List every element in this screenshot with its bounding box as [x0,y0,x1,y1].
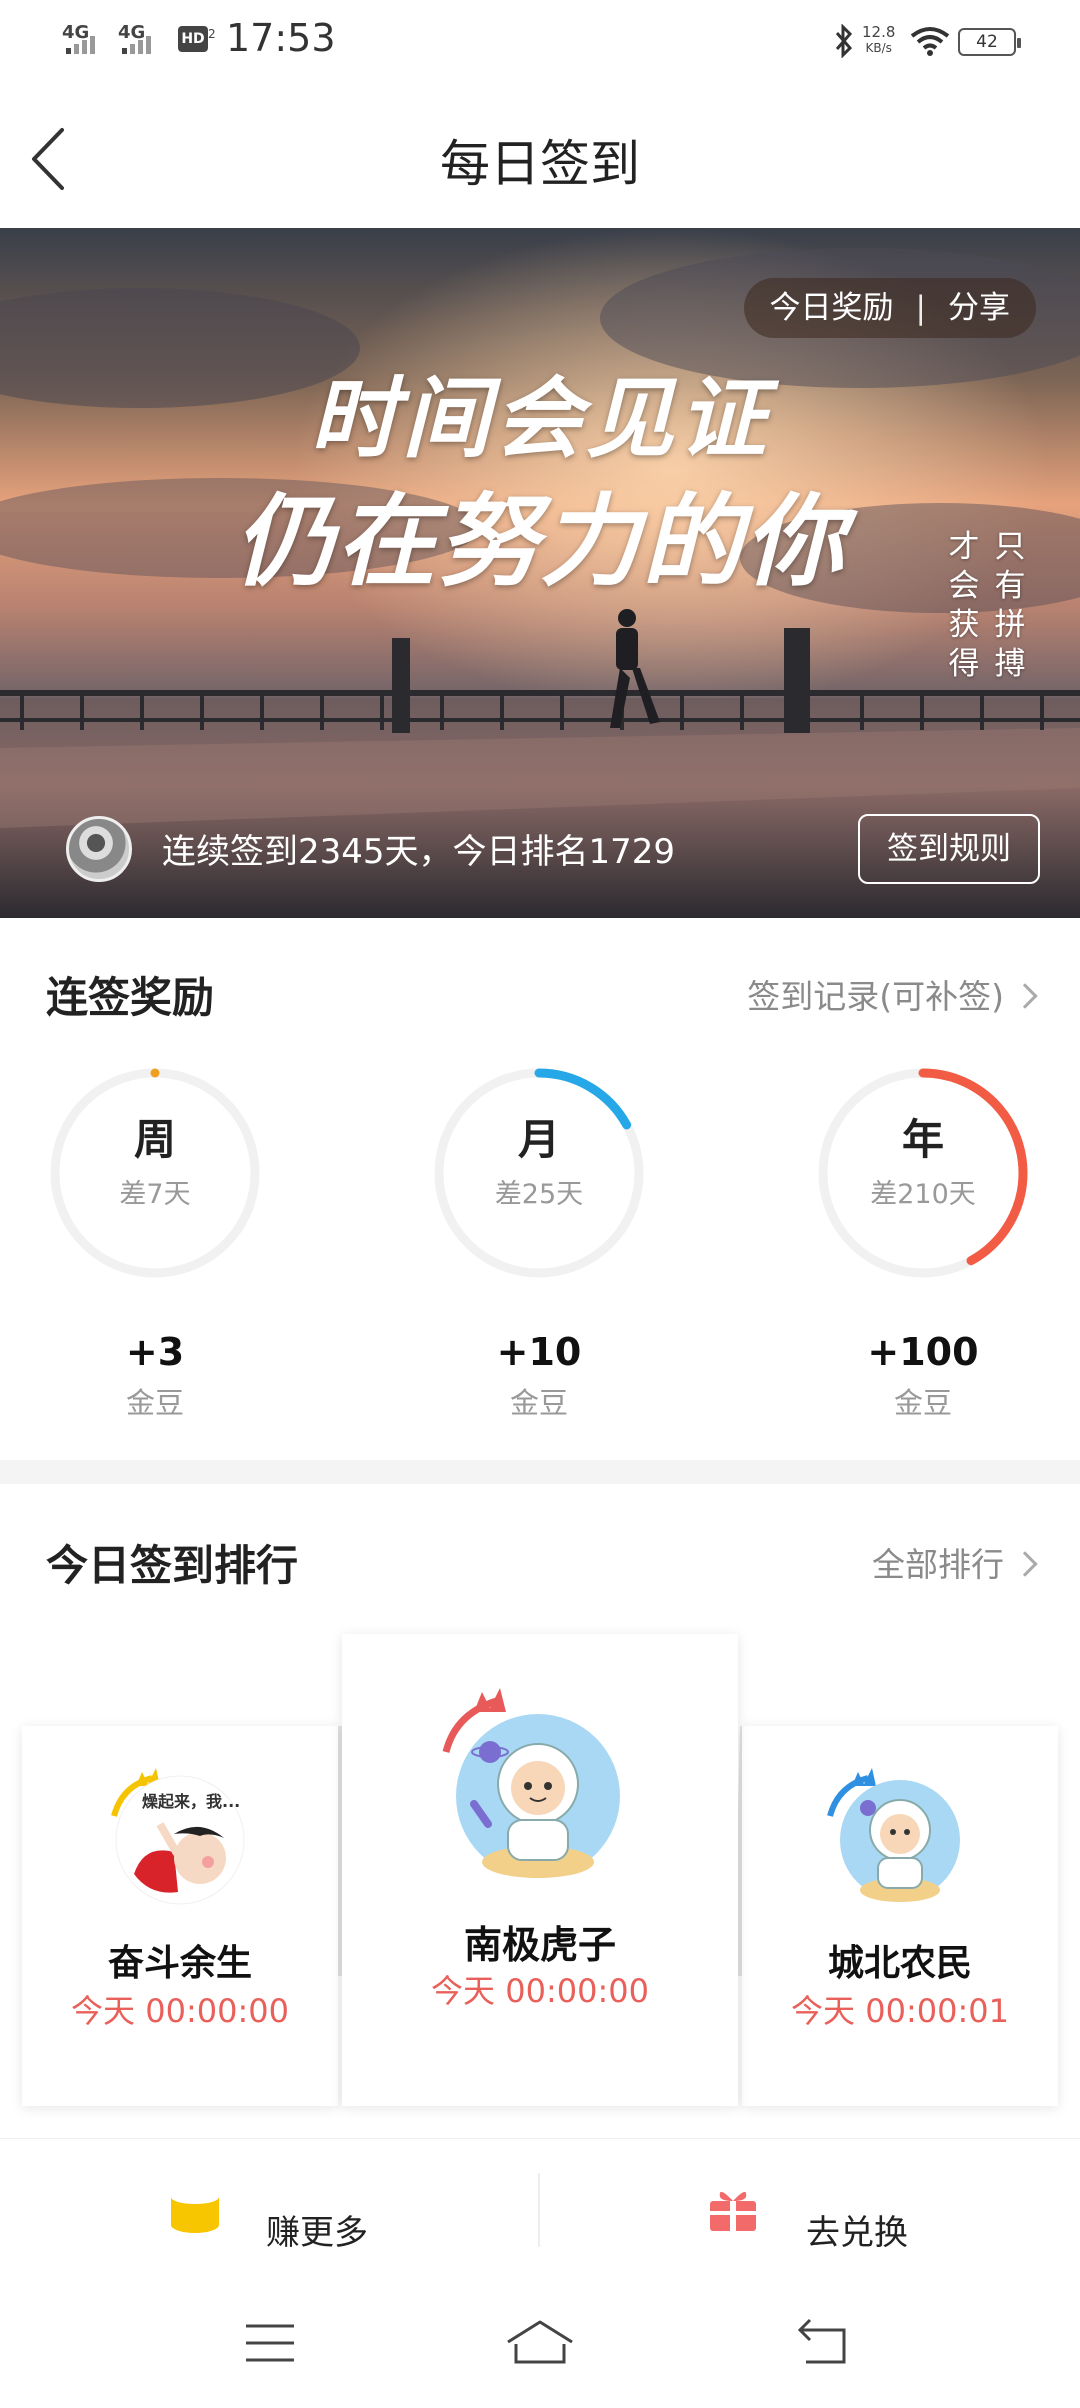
all-ranking-label: 全部排行 [872,1545,1004,1584]
ring-remaining-label: 差25天 [494,1179,584,1210]
hd-voice-icon: HD [178,26,208,52]
redeem-button[interactable]: 去兑换 [700,2159,940,2259]
system-nav-bar [0,2280,1080,2408]
ring-remaining-label: 差210天 [870,1179,976,1210]
signin-history-label: 签到记录(可补签) [747,977,1004,1016]
reward-value-2: +100 [867,1330,979,1374]
avatar-rank-1 [456,1714,620,1878]
avatar-rank-3 [840,1780,960,1902]
quote-line-1: 时间会见证 [309,366,770,470]
net-speed-unit: KB/s [865,41,892,55]
avatar-caption: 燥起来，我... [142,1792,241,1811]
gift-icon [710,2191,756,2231]
reward-unit-0: 金豆 [125,1386,184,1420]
bluetooth-icon [835,24,853,58]
net-speed-value: 12.8 [862,23,896,41]
reward-unit-1: 金豆 [509,1386,568,1420]
home-icon[interactable] [504,2318,576,2366]
streak-summary: 连续签到2345天，今日排名1729 [162,832,676,872]
rank-2-name: 奋斗余生 [107,1943,252,1984]
streak-ring-2: 年差210天 [812,1062,1034,1284]
rank-1-time: 今天 00:00:00 [431,1972,649,2010]
streak-rewards-title: 连签奖励 [46,973,215,1022]
earn-more-label: 赚更多 [266,2213,368,2253]
signin-history-link[interactable]: 签到记录(可补签) [747,970,1038,1018]
title-bar: 每日签到 [0,82,1080,227]
redeem-label: 去兑换 [806,2213,908,2253]
streak-ring-0: 周差7天 [44,1062,266,1284]
net-speed: 12.8 KB/s [862,24,895,56]
signal-2-icon [122,36,151,54]
earn-more-button[interactable]: 赚更多 [160,2159,400,2259]
section-divider [0,1460,1080,1484]
reward-value-0: +3 [125,1330,185,1374]
user-avatar[interactable] [66,816,132,882]
page-title: 每日签到 [440,135,640,193]
ring-period-label: 月 [517,1115,560,1164]
chevron-right-icon [1012,982,1038,1009]
rank-card-3[interactable]: 城北农民 今天 00:00:01 [742,1726,1058,2106]
status-bar: 4G 4G HD 2 17:53 12.8 KB/s 42 [0,0,1080,82]
rank-3-time: 今天 00:00:01 [791,1992,1009,2030]
signal-1-icon [66,36,95,54]
chevron-right-icon [1012,1550,1038,1577]
ranking-title: 今日签到排行 [46,1541,299,1590]
streak-ring-1: 月差25天 [428,1062,650,1284]
reward-share-pill: 今日奖励 | 分享 [743,278,1036,338]
today-reward-button[interactable]: 今日奖励 [770,278,894,338]
all-ranking-link[interactable]: 全部排行 [872,1538,1038,1586]
back-icon[interactable] [796,2318,850,2366]
reward-value-1: +10 [496,1330,582,1374]
hd-sub-label: 2 [208,27,216,41]
ring-period-label: 年 [901,1115,944,1164]
ring-period-label: 周 [133,1115,176,1164]
share-button[interactable]: 分享 [948,278,1010,338]
coins-icon [171,2190,219,2233]
signin-rules-button[interactable]: 签到规则 [858,814,1040,884]
rank-3-name: 城北农民 [827,1943,972,1984]
rank-card-1[interactable]: 南极虎子 今天 00:00:00 [342,1634,738,2106]
wifi-icon [910,27,950,56]
rank-1-name: 南极虎子 [463,1923,616,1967]
pill-separator: | [915,290,926,326]
menu-icon[interactable] [244,2322,296,2364]
quote-line-2: 仍在努力的你 [234,482,846,600]
reward-unit-2: 金豆 [893,1386,952,1420]
action-divider [538,2173,540,2247]
battery-icon: 42 [958,28,1021,56]
vertical-slogan-left: 才会获得 [948,529,980,682]
rank-card-2[interactable]: 燥起来，我... 奋斗余生 今天 00:00:00 [22,1726,338,2106]
banner: 今日奖励 | 分享 时间会见证 仍在努力的你 只有拼搏 才会获得 连续签到234… [0,228,1080,918]
bottom-action-bar: 赚更多 去兑换 [0,2138,1080,2278]
clock: 17:53 [226,16,336,60]
ring-remaining-label: 差7天 [119,1179,191,1210]
rank-2-time: 今天 00:00:00 [71,1992,289,2030]
vertical-slogan-right: 只有拼搏 [994,529,1026,682]
